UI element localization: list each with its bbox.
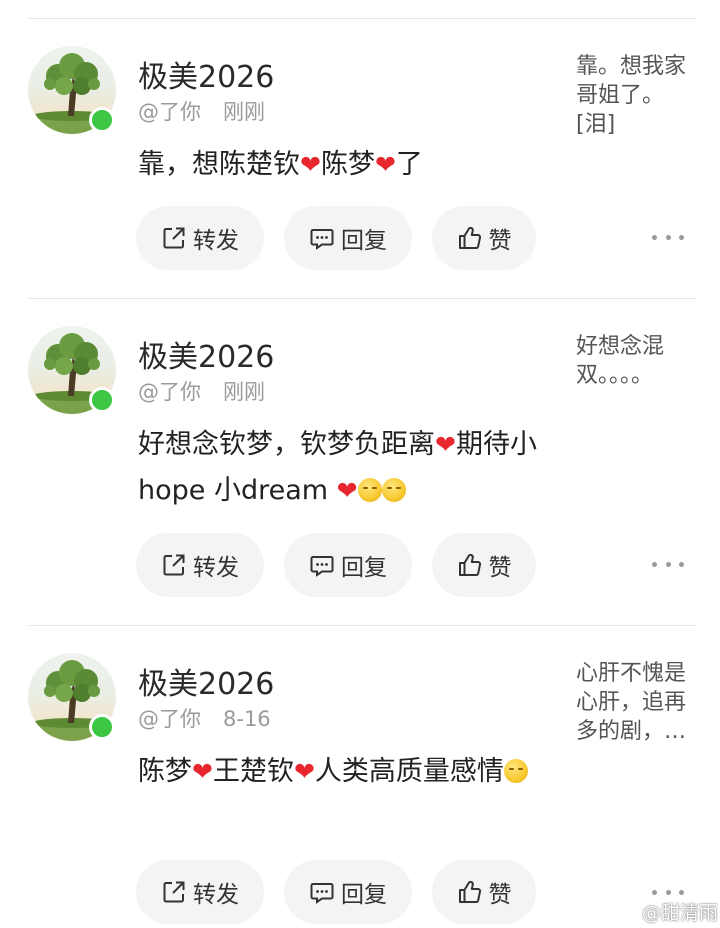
username[interactable]: 极美2026 bbox=[138, 52, 274, 96]
reply-target-handle[interactable]: @了你 bbox=[138, 707, 201, 731]
timestamp: 刚刚 bbox=[223, 380, 265, 404]
like-button[interactable]: 赞 bbox=[432, 206, 536, 270]
comment-meta: @了你 8-16 bbox=[138, 703, 271, 733]
timestamp: 8-16 bbox=[223, 707, 271, 731]
reply-button[interactable]: 回复 bbox=[284, 206, 412, 270]
more-options-icon[interactable] bbox=[652, 554, 684, 574]
heart-emoji: ❤ bbox=[300, 150, 321, 179]
smile-emoji bbox=[503, 759, 528, 783]
comment-text: 好想念钦梦，钦梦负距离❤期待小hope 小dream ❤ bbox=[138, 422, 538, 514]
action-bar: 转发 回复 赞 bbox=[136, 533, 556, 597]
like-button[interactable]: 赞 bbox=[432, 533, 536, 597]
comment-meta: @了你 刚刚 bbox=[138, 96, 265, 126]
reply-button[interactable]: 回复 bbox=[284, 860, 412, 924]
username[interactable]: 极美2026 bbox=[138, 659, 274, 703]
watermark-text: @甜清雨 bbox=[642, 902, 719, 924]
username[interactable]: 极美2026 bbox=[138, 332, 274, 376]
heart-emoji: ❤ bbox=[435, 430, 456, 459]
thumbs-up-icon bbox=[457, 879, 483, 905]
share-icon bbox=[161, 225, 187, 251]
action-bar: 转发 回复 赞 bbox=[136, 860, 556, 924]
comment-text-segment: 陈梦 bbox=[138, 756, 192, 787]
original-post-preview[interactable]: 好想念混双。。。。 bbox=[576, 332, 700, 390]
forward-label: 转发 bbox=[193, 555, 239, 581]
comment-text-segment: 了 bbox=[395, 149, 423, 180]
forward-button[interactable]: 转发 bbox=[136, 206, 264, 270]
like-label: 赞 bbox=[488, 882, 512, 908]
heart-emoji: ❤ bbox=[336, 476, 358, 505]
share-icon bbox=[161, 879, 187, 905]
forward-button[interactable]: 转发 bbox=[136, 533, 264, 597]
comment-text-segment: 人类高质量感情 bbox=[314, 756, 504, 787]
reply-button[interactable]: 回复 bbox=[284, 533, 412, 597]
original-post-preview[interactable]: 靠。想我家哥姐了。[泪] bbox=[576, 52, 700, 139]
smile-emoji bbox=[381, 478, 406, 502]
reply-label: 回复 bbox=[341, 228, 387, 254]
heart-emoji: ❤ bbox=[293, 757, 315, 786]
reply-target-handle[interactable]: @了你 bbox=[138, 380, 201, 404]
watermark: @甜清雨 bbox=[612, 898, 718, 925]
forward-label: 转发 bbox=[193, 228, 239, 254]
original-post-preview[interactable]: 心肝不愧是心肝，追再多的剧，… bbox=[576, 659, 700, 746]
more-options-icon[interactable] bbox=[652, 227, 684, 247]
comment-item: 极美2026 @了你 刚刚 好想念钦梦，钦梦负距离❤期待小hope 小dream … bbox=[0, 298, 720, 625]
like-label: 赞 bbox=[488, 555, 512, 581]
comment-meta: @了你 刚刚 bbox=[138, 376, 265, 406]
comment-item: 极美2026 @了你 刚刚 靠，想陈楚钦❤陈梦❤了 靠。想我家哥姐了。[泪] 转发… bbox=[0, 18, 720, 345]
forward-button[interactable]: 转发 bbox=[136, 860, 264, 924]
like-button[interactable]: 赞 bbox=[432, 860, 536, 924]
comment-text-segment: 陈梦 bbox=[320, 149, 375, 180]
comment-text: 靠，想陈楚钦❤陈梦❤了 bbox=[138, 142, 538, 188]
reply-label: 回复 bbox=[341, 555, 387, 581]
action-bar: 转发 回复 赞 bbox=[136, 206, 556, 270]
weibo-logo-icon bbox=[612, 901, 638, 923]
online-status-dot bbox=[89, 387, 115, 413]
like-label: 赞 bbox=[488, 228, 512, 254]
shy-emoji bbox=[357, 478, 382, 502]
comment-text-segment: 靠，想陈楚钦 bbox=[138, 149, 300, 180]
online-status-dot bbox=[89, 107, 115, 133]
comment-icon bbox=[309, 552, 335, 578]
heart-emoji: ❤ bbox=[374, 150, 396, 179]
thumbs-up-icon bbox=[457, 225, 483, 251]
share-icon bbox=[161, 552, 187, 578]
comment-icon bbox=[309, 225, 335, 251]
reply-label: 回复 bbox=[341, 882, 387, 908]
online-status-dot bbox=[89, 714, 115, 740]
reply-target-handle[interactable]: @了你 bbox=[138, 100, 201, 124]
comment-text-segment: 王楚钦 bbox=[212, 756, 294, 787]
heart-emoji: ❤ bbox=[192, 757, 213, 786]
comment-item: 极美2026 @了你 8-16 陈梦❤王楚钦❤人类高质量感情 心肝不愧是心肝，追再… bbox=[0, 625, 720, 928]
thumbs-up-icon bbox=[457, 552, 483, 578]
comment-icon bbox=[309, 879, 335, 905]
comment-text-segment: 好想念钦梦，钦梦负距离 bbox=[138, 429, 435, 460]
comment-text: 陈梦❤王楚钦❤人类高质量感情 bbox=[138, 749, 538, 795]
timestamp: 刚刚 bbox=[223, 100, 265, 124]
forward-label: 转发 bbox=[193, 882, 239, 908]
